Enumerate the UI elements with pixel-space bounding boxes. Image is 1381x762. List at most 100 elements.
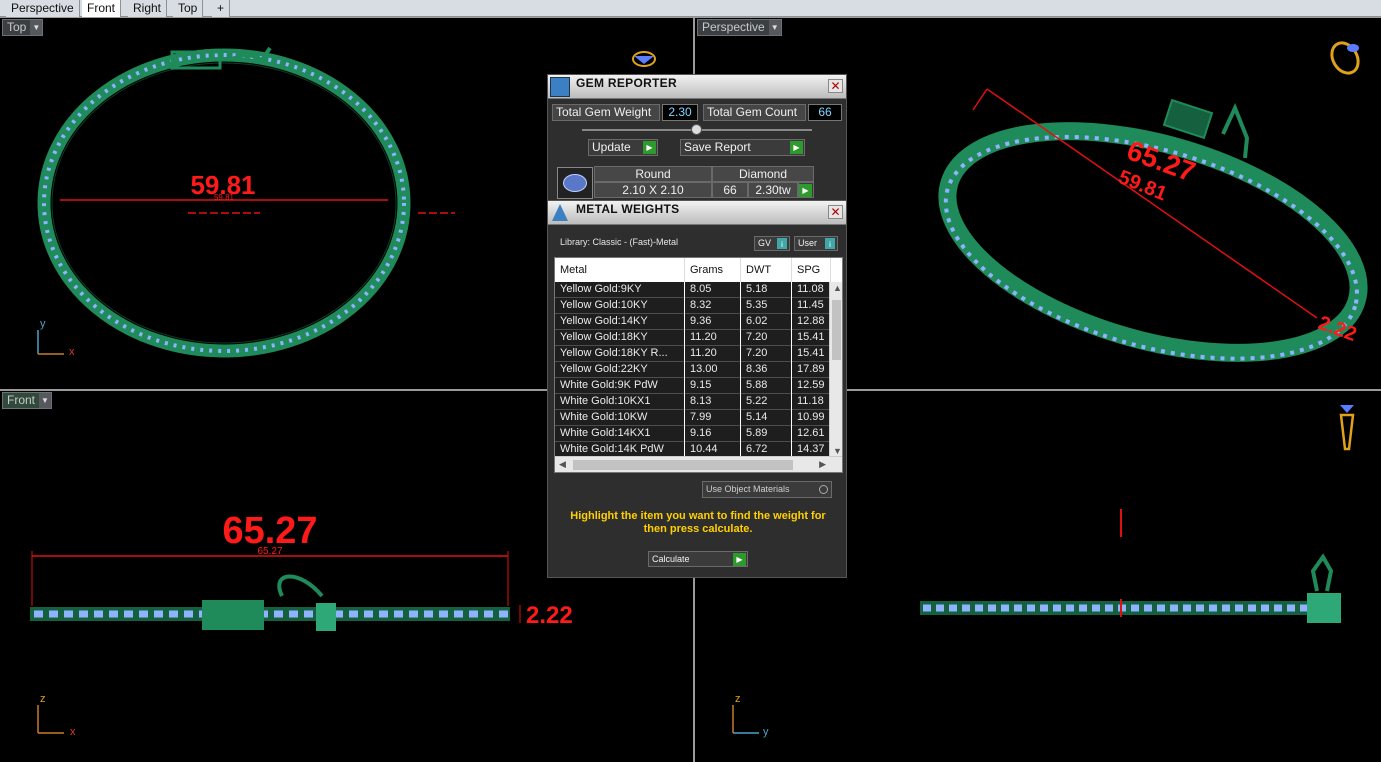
grams-cell: 8.05 bbox=[685, 282, 741, 298]
play-arrow-icon: ▶ bbox=[799, 184, 812, 197]
table-row[interactable]: Yellow Gold:10KY 8.32 5.35 11.45 bbox=[555, 298, 831, 314]
scroll-thumb[interactable] bbox=[832, 300, 841, 360]
chevron-down-icon[interactable]: ▼ bbox=[30, 20, 43, 35]
gem-reporter-titlebar[interactable]: GEM REPORTER ✕ bbox=[548, 75, 846, 99]
viewport-label-perspective[interactable]: Perspective ▼ bbox=[697, 19, 782, 36]
column-header-spg[interactable]: SPG bbox=[792, 258, 831, 282]
instruction-text: Highlight the item you want to find the … bbox=[570, 510, 826, 535]
grams-cell: 8.13 bbox=[685, 394, 741, 410]
scroll-left-icon[interactable]: ◀ bbox=[559, 459, 566, 470]
gem-weight-cell: 2.30tw bbox=[748, 182, 798, 198]
table-row[interactable]: Yellow Gold:18KY R... 11.20 7.20 15.41 bbox=[555, 346, 831, 362]
gem-count-cell: 66 bbox=[712, 182, 748, 198]
gem-go-button[interactable]: ▶ bbox=[798, 182, 814, 198]
vertical-scrollbar[interactable]: ▲ ▼ bbox=[829, 282, 842, 457]
grams-cell: 7.99 bbox=[685, 410, 741, 426]
metal-cell: Yellow Gold:9KY bbox=[555, 282, 685, 298]
viewport-label-top[interactable]: Top ▼ bbox=[2, 19, 44, 36]
scroll-thumb[interactable] bbox=[573, 460, 793, 470]
spg-cell: 11.08 bbox=[792, 282, 831, 298]
update-button[interactable]: Update ▶ bbox=[588, 139, 658, 156]
chevron-down-icon[interactable]: ▼ bbox=[39, 393, 52, 408]
metal-cell: White Gold:10KW bbox=[555, 410, 685, 426]
grams-cell: 9.36 bbox=[685, 314, 741, 330]
viewport-label-front[interactable]: Front ▼ bbox=[2, 392, 53, 409]
axis-z-label: z bbox=[735, 693, 741, 705]
axis-y-label: y bbox=[763, 726, 769, 738]
calculate-button[interactable]: Calculate ▶ bbox=[648, 551, 748, 567]
grams-cell: 9.15 bbox=[685, 378, 741, 394]
table-row[interactable]: Yellow Gold:18KY 11.20 7.20 15.41 bbox=[555, 330, 831, 346]
metal-weights-table[interactable]: Metal Grams DWT SPG Yellow Gold:9KY 8.05 5… bbox=[554, 257, 843, 473]
gv-toggle-label: GV bbox=[758, 238, 772, 248]
slider-handle[interactable] bbox=[691, 124, 702, 135]
close-icon[interactable]: ✕ bbox=[828, 79, 843, 93]
clasp-hook-end bbox=[1310, 553, 1334, 592]
dwt-cell: 5.18 bbox=[741, 282, 792, 298]
dwt-cell: 5.14 bbox=[741, 410, 792, 426]
save-report-button[interactable]: Save Report ▶ bbox=[680, 139, 805, 156]
column-header-metal[interactable]: Metal bbox=[555, 258, 685, 282]
use-object-materials-option[interactable]: Use Object Materials bbox=[702, 481, 832, 498]
table-row[interactable]: White Gold:9K PdW 9.15 5.88 12.59 bbox=[555, 378, 831, 394]
dimension-small-text: 65.27 bbox=[257, 546, 282, 557]
gem-thumbnail[interactable] bbox=[557, 167, 593, 199]
table-row[interactable]: White Gold:10KX1 8.13 5.22 11.18 bbox=[555, 394, 831, 410]
gem-material-cell: Diamond bbox=[712, 166, 814, 182]
dimension-small-text: 59.81 bbox=[214, 193, 235, 202]
grams-cell: 13.00 bbox=[685, 362, 741, 378]
user-toggle[interactable]: User i bbox=[794, 236, 838, 251]
dwt-cell: 5.88 bbox=[741, 378, 792, 394]
rhino-window: Perspective Front Right Top + 59.81 59.8… bbox=[0, 0, 1381, 762]
tab-front[interactable]: Front bbox=[82, 0, 122, 17]
panel-slider[interactable] bbox=[582, 124, 812, 135]
grams-cell: 11.20 bbox=[685, 346, 741, 362]
gem-reporter-icon bbox=[550, 77, 570, 97]
bracelet-inner-edge bbox=[51, 62, 397, 344]
table-row[interactable]: Yellow Gold:14KY 9.36 6.02 12.88 bbox=[555, 314, 831, 330]
dwt-cell: 8.36 bbox=[741, 362, 792, 378]
radio-icon[interactable] bbox=[819, 485, 828, 494]
tab-right[interactable]: Right bbox=[128, 0, 168, 17]
close-icon[interactable]: ✕ bbox=[828, 205, 843, 219]
chevron-down-icon[interactable]: ▼ bbox=[768, 20, 781, 35]
dwt-cell: 5.35 bbox=[741, 298, 792, 314]
table-row[interactable]: Yellow Gold:22KY 13.00 8.36 17.89 bbox=[555, 362, 831, 378]
dwt-cell: 5.22 bbox=[741, 394, 792, 410]
metal-weights-titlebar[interactable]: METAL WEIGHTS ✕ bbox=[548, 201, 846, 225]
tab-perspective[interactable]: Perspective bbox=[6, 0, 80, 17]
gem-reporter-title: GEM REPORTER bbox=[576, 76, 677, 90]
table-row[interactable]: White Gold:14KX1 9.16 5.89 12.61 bbox=[555, 426, 831, 442]
add-tab-button[interactable]: + bbox=[212, 0, 231, 17]
pendant-view-icon bbox=[1339, 405, 1355, 451]
axis-x-label: x bbox=[70, 726, 76, 738]
tab-top[interactable]: Top bbox=[173, 0, 204, 17]
horizontal-scrollbar[interactable]: ◀ ▶ bbox=[555, 456, 842, 472]
axis-y-label: y bbox=[40, 318, 46, 330]
column-header-grams[interactable]: Grams bbox=[685, 258, 741, 282]
axis-x-label: x bbox=[69, 346, 75, 358]
dimension-tick bbox=[972, 88, 988, 111]
toggle-info-icon: i bbox=[777, 238, 787, 249]
play-arrow-icon: ▶ bbox=[733, 553, 746, 566]
column-header-dwt[interactable]: DWT bbox=[741, 258, 792, 282]
scroll-right-icon[interactable]: ▶ bbox=[819, 459, 826, 470]
spg-cell: 11.45 bbox=[792, 298, 831, 314]
table-row[interactable]: Yellow Gold:9KY 8.05 5.18 11.08 bbox=[555, 282, 831, 298]
clasp-box-3d bbox=[1162, 98, 1214, 140]
grams-cell: 9.16 bbox=[685, 426, 741, 442]
gv-toggle[interactable]: GV i bbox=[754, 236, 790, 251]
total-gem-count-value: 66 bbox=[808, 104, 842, 121]
clasp-lever-side bbox=[316, 603, 336, 631]
scroll-down-icon[interactable]: ▼ bbox=[833, 446, 842, 456]
spg-cell: 10.99 bbox=[792, 410, 831, 426]
scroll-up-icon[interactable]: ▲ bbox=[833, 283, 842, 293]
table-header: Metal Grams DWT SPG bbox=[555, 258, 842, 282]
spg-cell: 17.89 bbox=[792, 362, 831, 378]
dimension-side-text: 2.22 bbox=[526, 602, 573, 629]
grams-cell: 11.20 bbox=[685, 330, 741, 346]
axis-z-label: z bbox=[40, 693, 46, 705]
calculate-button-label: Calculate bbox=[652, 554, 690, 564]
table-row[interactable]: White Gold:10KW 7.99 5.14 10.99 bbox=[555, 410, 831, 426]
update-button-label: Update bbox=[592, 140, 631, 154]
